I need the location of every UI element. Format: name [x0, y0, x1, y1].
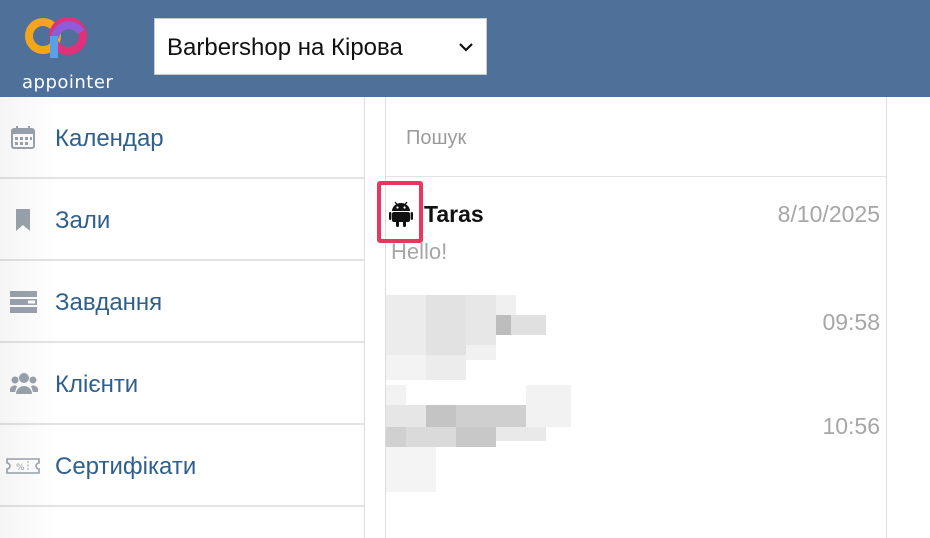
sidebar-item-label: Завдання [55, 289, 163, 316]
bookmark-icon [16, 209, 30, 231]
conversation-time: 09:58 [822, 309, 880, 335]
appointer-logo-icon [25, 17, 87, 58]
users-icon [10, 373, 38, 394]
location-select[interactable]: Barbershop на Кірова [154, 18, 487, 75]
sidebar-item-label: Клієнти [55, 371, 139, 398]
sidebar-item-label: Сертифікати [55, 453, 197, 480]
top-bar: appointer Barbershop на Кірова [0, 0, 930, 97]
logo-wordmark: appointer [22, 72, 114, 93]
sidebar-item-clients[interactable]: Клієнти [0, 343, 364, 425]
svg-text:%: % [16, 463, 25, 473]
android-icon [389, 201, 413, 227]
location-select-value: Barbershop на Кірова [167, 34, 403, 61]
sidebar-item-calendar[interactable]: Календар [0, 97, 364, 179]
calendar-icon [11, 126, 35, 149]
tasks-icon [10, 291, 37, 313]
chat-list-pane: Taras 8/10/2025 Hello! 09:58 [377, 97, 887, 538]
conversation-preview: Hello! [391, 239, 448, 264]
conversation-name: Taras [424, 201, 484, 227]
sidebar: Календар Зали Завдання Клієнти % Сертифі… [0, 97, 365, 538]
app-logo[interactable]: appointer [10, 12, 120, 93]
sidebar-item-certificates[interactable]: % Сертифікати [0, 425, 364, 507]
search-bar [386, 97, 886, 177]
sidebar-item-tasks[interactable]: Завдання [0, 261, 364, 343]
conversation-date: 8/10/2025 [777, 201, 880, 227]
chevron-down-icon [459, 43, 473, 52]
conversation-time: 10:56 [822, 413, 880, 439]
sidebar-item-halls[interactable]: Зали [0, 179, 364, 261]
search-input[interactable] [406, 125, 876, 151]
sidebar-item-label: Зали [55, 207, 111, 234]
ticket-icon: % [6, 458, 40, 474]
sidebar-item-label: Календар [55, 125, 164, 152]
